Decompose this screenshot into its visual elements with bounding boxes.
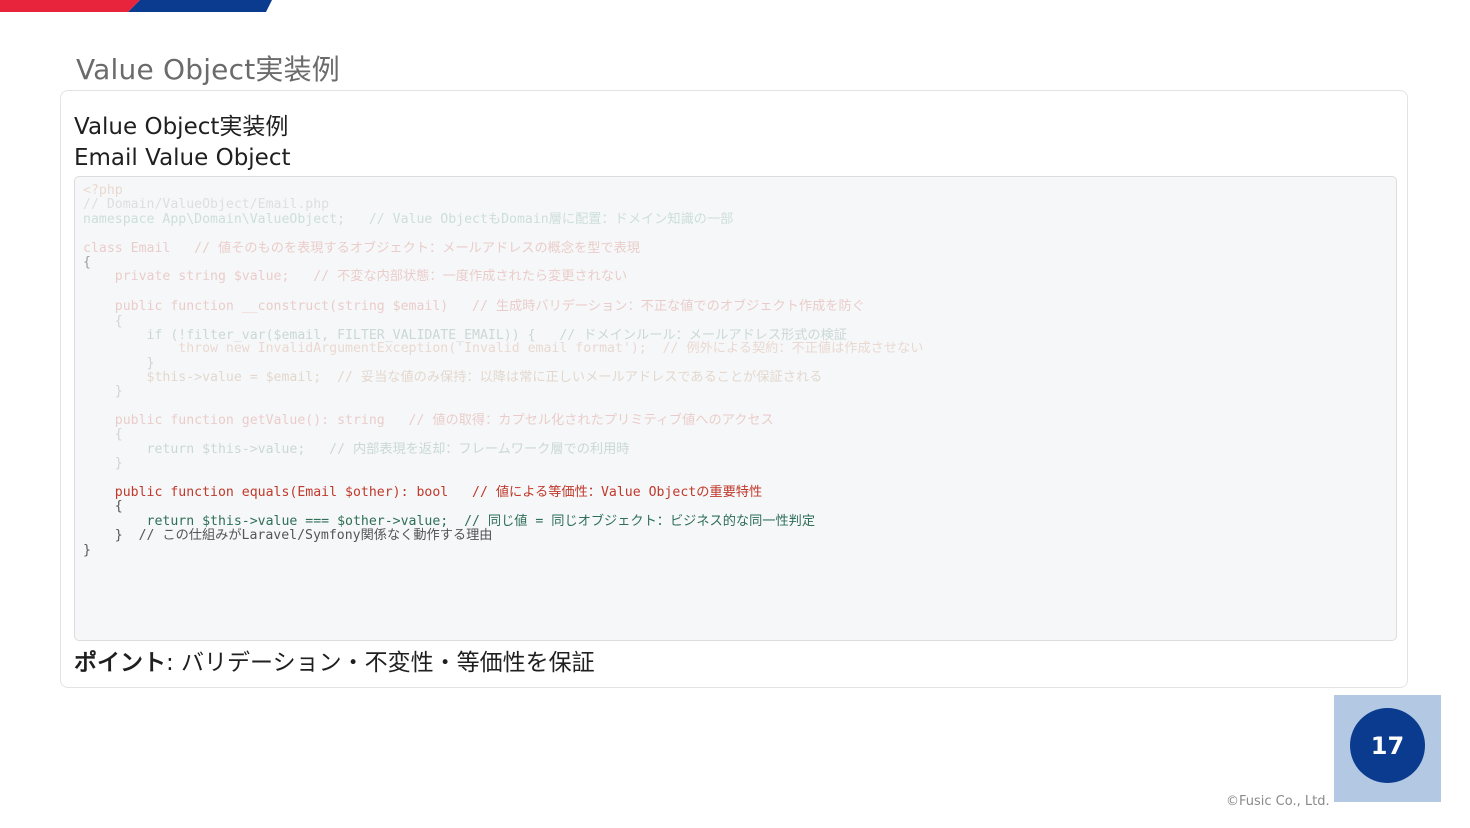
code-line: } [83, 355, 155, 371]
code-line: $this->value = $email; // 妥当な値のみ保持：以降は常に… [83, 369, 823, 385]
code-line: public function getValue(): string // 値の… [83, 413, 774, 429]
page-number-box: 17 [1334, 695, 1441, 802]
copyright: ©Fusic Co., Ltd. [1226, 794, 1330, 809]
code-line: } // この仕組みがLaravel/Symfony関係なく動作する理由 [83, 528, 493, 544]
code-line: throw new InvalidArgumentException('Inva… [83, 341, 924, 357]
code-line: // Domain/ValueObject/Email.php [83, 197, 330, 213]
card-heading: Value Object実装例 [74, 114, 289, 140]
page-number: 17 [1350, 708, 1425, 783]
code-line: return $this->value; // 内部表現を返却：フレームワーク層… [83, 441, 630, 457]
code-line: { [83, 499, 123, 515]
code-line: public function __construct(string $emai… [83, 299, 865, 315]
code-line: class Email // 値そのものを表現するオブジェクト：メールアドレスの… [83, 240, 640, 256]
code-line: } [83, 456, 123, 472]
key-point-text: : バリデーション・不変性・等価性を保証 [166, 650, 595, 676]
card-subheading: Email Value Object [74, 145, 291, 171]
code-line: } [83, 542, 91, 558]
code-line: { [83, 313, 123, 329]
code-block: <?php// Domain/ValueObject/Email.php name… [74, 176, 1397, 641]
slide-title: Value Object実装例 [76, 53, 340, 86]
code-line: } [83, 384, 123, 400]
key-point: ポイント: バリデーション・不変性・等価性を保証 [74, 643, 595, 677]
code-listing: <?php// Domain/ValueObject/Email.php name… [83, 183, 1388, 558]
content-card: Value Object実装例 Email Value Object <?php… [60, 90, 1408, 688]
code-line: public function equals(Email $other): bo… [83, 485, 763, 501]
brand-stripe [0, 0, 272, 12]
code-line: <?php [83, 183, 123, 198]
code-line: { [83, 427, 123, 443]
code-line: namespace App\Domain\ValueObject; // Val… [83, 211, 734, 227]
code-line: private string $value; // 不変な内部状態：一度作成され… [83, 269, 628, 285]
key-point-label: ポイント [74, 650, 166, 676]
